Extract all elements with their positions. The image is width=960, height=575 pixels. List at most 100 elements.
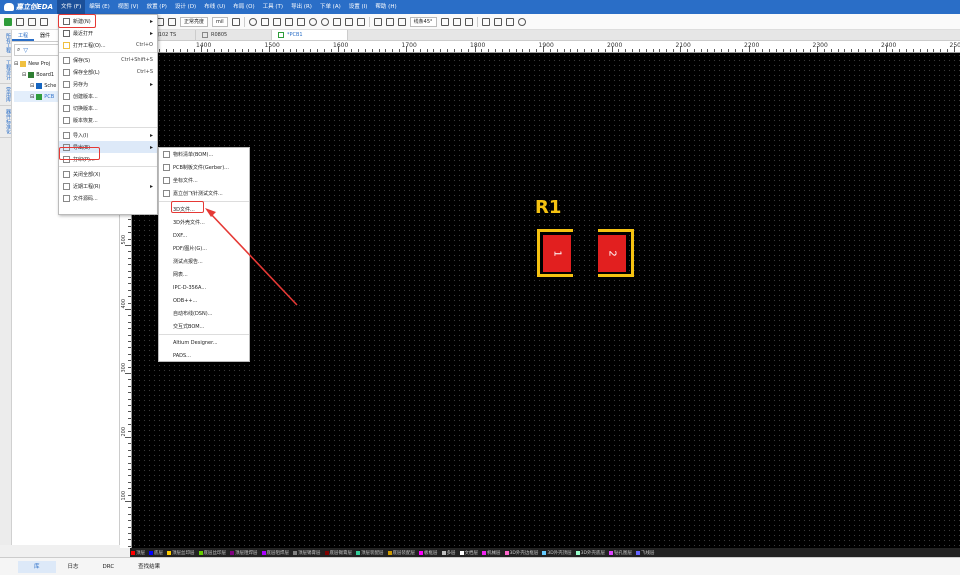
brightness-icon[interactable] <box>168 17 176 26</box>
file-menu-item[interactable]: 版本恢复... <box>59 114 157 126</box>
line-icon[interactable] <box>332 17 341 26</box>
redo-icon[interactable] <box>452 17 461 26</box>
layer-item[interactable]: 底层丝印层 <box>198 550 228 556</box>
export-menu-item[interactable]: Altium Designer... <box>159 336 249 349</box>
expand-icon[interactable]: ⊟ <box>14 61 18 67</box>
export-menu-item[interactable]: 测试点报告... <box>159 255 249 268</box>
pcb-canvas[interactable]: R1 1 2 <box>132 53 960 548</box>
menu-9[interactable]: 下单 (A) <box>316 0 345 14</box>
filter-icon[interactable]: ▽ <box>23 47 28 54</box>
bottom-tab-0[interactable]: 库 <box>18 560 56 573</box>
fanout-icon[interactable] <box>397 17 406 26</box>
layer-item[interactable]: 底层装配层 <box>387 550 417 556</box>
menu-2[interactable]: 视图 (V) <box>114 0 143 14</box>
pad-2[interactable]: 2 <box>598 235 626 272</box>
layer-item[interactable]: 3D外壳边框层 <box>504 550 540 556</box>
left-tool-tab-2[interactable]: 常用库 <box>0 84 12 106</box>
route-icon[interactable] <box>260 17 269 26</box>
layer-item[interactable]: 3D外壳顶层 <box>541 550 572 556</box>
menu-3[interactable]: 放置 (P) <box>143 0 171 14</box>
panel-tab-1[interactable]: 器件 <box>34 30 56 41</box>
layer-item[interactable]: 钻孔图层 <box>608 550 633 556</box>
grid-icon[interactable] <box>231 17 240 26</box>
print-icon[interactable] <box>40 17 48 26</box>
layer-item[interactable]: 顶层丝印层 <box>166 550 196 556</box>
search-icon[interactable]: ⌕ <box>17 46 20 54</box>
cut-icon[interactable] <box>464 17 473 26</box>
menu-4[interactable]: 设计 (D) <box>171 0 200 14</box>
menu-5[interactable]: 布线 (U) <box>200 0 229 14</box>
export-menu-item[interactable]: 坐标文件... <box>159 174 249 187</box>
layer-item[interactable]: 顶层阻焊层 <box>229 550 259 556</box>
file-menu-item[interactable]: 最近打开 ▸ <box>59 27 157 39</box>
pad-1[interactable]: 1 <box>543 235 571 272</box>
left-tool-tab-3[interactable]: 器件标准化 <box>0 106 12 138</box>
file-menu-item[interactable]: 导入(I) ▸ <box>59 129 157 141</box>
corner-icon[interactable] <box>385 17 394 26</box>
layer-item[interactable]: 3D外壳底层 <box>575 550 606 556</box>
layer-item[interactable]: 底层 <box>148 550 164 556</box>
no-icon[interactable] <box>320 17 329 26</box>
layer-item[interactable]: 文档层 <box>459 550 480 556</box>
menu-10[interactable]: 设置 (I) <box>345 0 372 14</box>
export-menu-item[interactable]: 网表... <box>159 268 249 281</box>
file-menu-item[interactable]: 创建版本... <box>59 90 157 102</box>
menu-0[interactable]: 文件 (F) <box>57 0 86 14</box>
menu-8[interactable]: 导出 (R) <box>287 0 316 14</box>
export-menu-item[interactable]: PADS... <box>159 349 249 362</box>
layer-item[interactable]: 机械层 <box>481 550 502 556</box>
left-tool-tab-0[interactable]: 所有工程 <box>0 30 12 57</box>
export-menu-item[interactable]: 3D外壳文件... <box>159 216 249 229</box>
bottom-tab-2[interactable]: DRC <box>91 561 127 573</box>
shape-icon[interactable] <box>296 17 305 26</box>
expand-icon[interactable]: ⊟ <box>30 83 34 89</box>
open-icon[interactable] <box>16 17 24 26</box>
new-icon[interactable] <box>4 17 12 26</box>
gear-small-icon[interactable] <box>248 17 257 26</box>
document-tab-2[interactable]: *PCB1 <box>272 30 348 40</box>
dimension-icon[interactable] <box>356 17 365 26</box>
view-mode-select[interactable]: 正常亮度 <box>180 16 209 27</box>
designator-r1[interactable]: R1 <box>535 197 561 218</box>
document-tab-1[interactable]: R0805 <box>196 30 272 40</box>
image-icon[interactable] <box>505 17 514 26</box>
layer-item[interactable]: 底层锡膏层 <box>324 550 354 556</box>
left-tool-tab-1[interactable]: 工程设计 <box>0 57 12 84</box>
settings-icon[interactable] <box>517 17 526 26</box>
align-icon[interactable] <box>373 17 382 26</box>
menu-11[interactable]: 帮助 (H) <box>371 0 400 14</box>
rect-icon[interactable] <box>272 17 281 26</box>
export-menu-item[interactable]: PCB制板文件(Gerber)... <box>159 161 249 174</box>
expand-icon[interactable]: ⊟ <box>30 94 34 100</box>
file-menu-item[interactable]: 保存全部(L) Ctrl+S <box>59 66 157 78</box>
file-menu-item[interactable]: 另存为 ▸ <box>59 78 157 90</box>
expand-icon[interactable]: ⊟ <box>22 72 26 78</box>
file-menu-item[interactable]: 关闭全部(X) <box>59 168 157 180</box>
layer-item[interactable]: 顶层装配层 <box>355 550 385 556</box>
layer-item[interactable]: 顶层 <box>130 550 146 556</box>
file-menu-item[interactable]: 打开工程(O)... Ctrl+O <box>59 39 157 51</box>
menu-1[interactable]: 编辑 (E) <box>85 0 114 14</box>
export-menu-item[interactable]: ODB++... <box>159 294 249 307</box>
layer-item[interactable]: 多层 <box>441 550 457 556</box>
layer-item[interactable]: 飞线层 <box>635 550 656 556</box>
export-menu-item[interactable]: PDF/图片(G)... <box>159 242 249 255</box>
board-icon[interactable] <box>481 17 490 26</box>
layer-item[interactable]: 底层阻焊层 <box>261 550 291 556</box>
save-icon[interactable] <box>28 17 36 26</box>
export-menu-item[interactable]: DXF... <box>159 229 249 242</box>
panel-tab-0[interactable]: 工程 <box>12 30 35 41</box>
file-menu-item[interactable]: 近期工程(R) ▸ <box>59 180 157 192</box>
file-menu-item[interactable]: 保存(S) Ctrl+Shift+S <box>59 54 157 66</box>
file-menu-item[interactable]: 切换版本... <box>59 102 157 114</box>
text-icon[interactable] <box>344 17 353 26</box>
file-menu-item[interactable]: 文件源码... <box>59 192 157 204</box>
bottom-tab-1[interactable]: 日志 <box>56 561 91 573</box>
layer-item[interactable]: 顶层锡膏层 <box>292 550 322 556</box>
unit-select[interactable]: mil <box>212 16 228 27</box>
undo-icon[interactable] <box>440 17 449 26</box>
export-menu-item[interactable]: 嘉立创飞针测试文件... <box>159 187 249 200</box>
layer-item[interactable]: 板框层 <box>418 550 439 556</box>
export-menu-item[interactable]: 交互式BOM... <box>159 320 249 333</box>
menu-7[interactable]: 工具 (T) <box>259 0 287 14</box>
